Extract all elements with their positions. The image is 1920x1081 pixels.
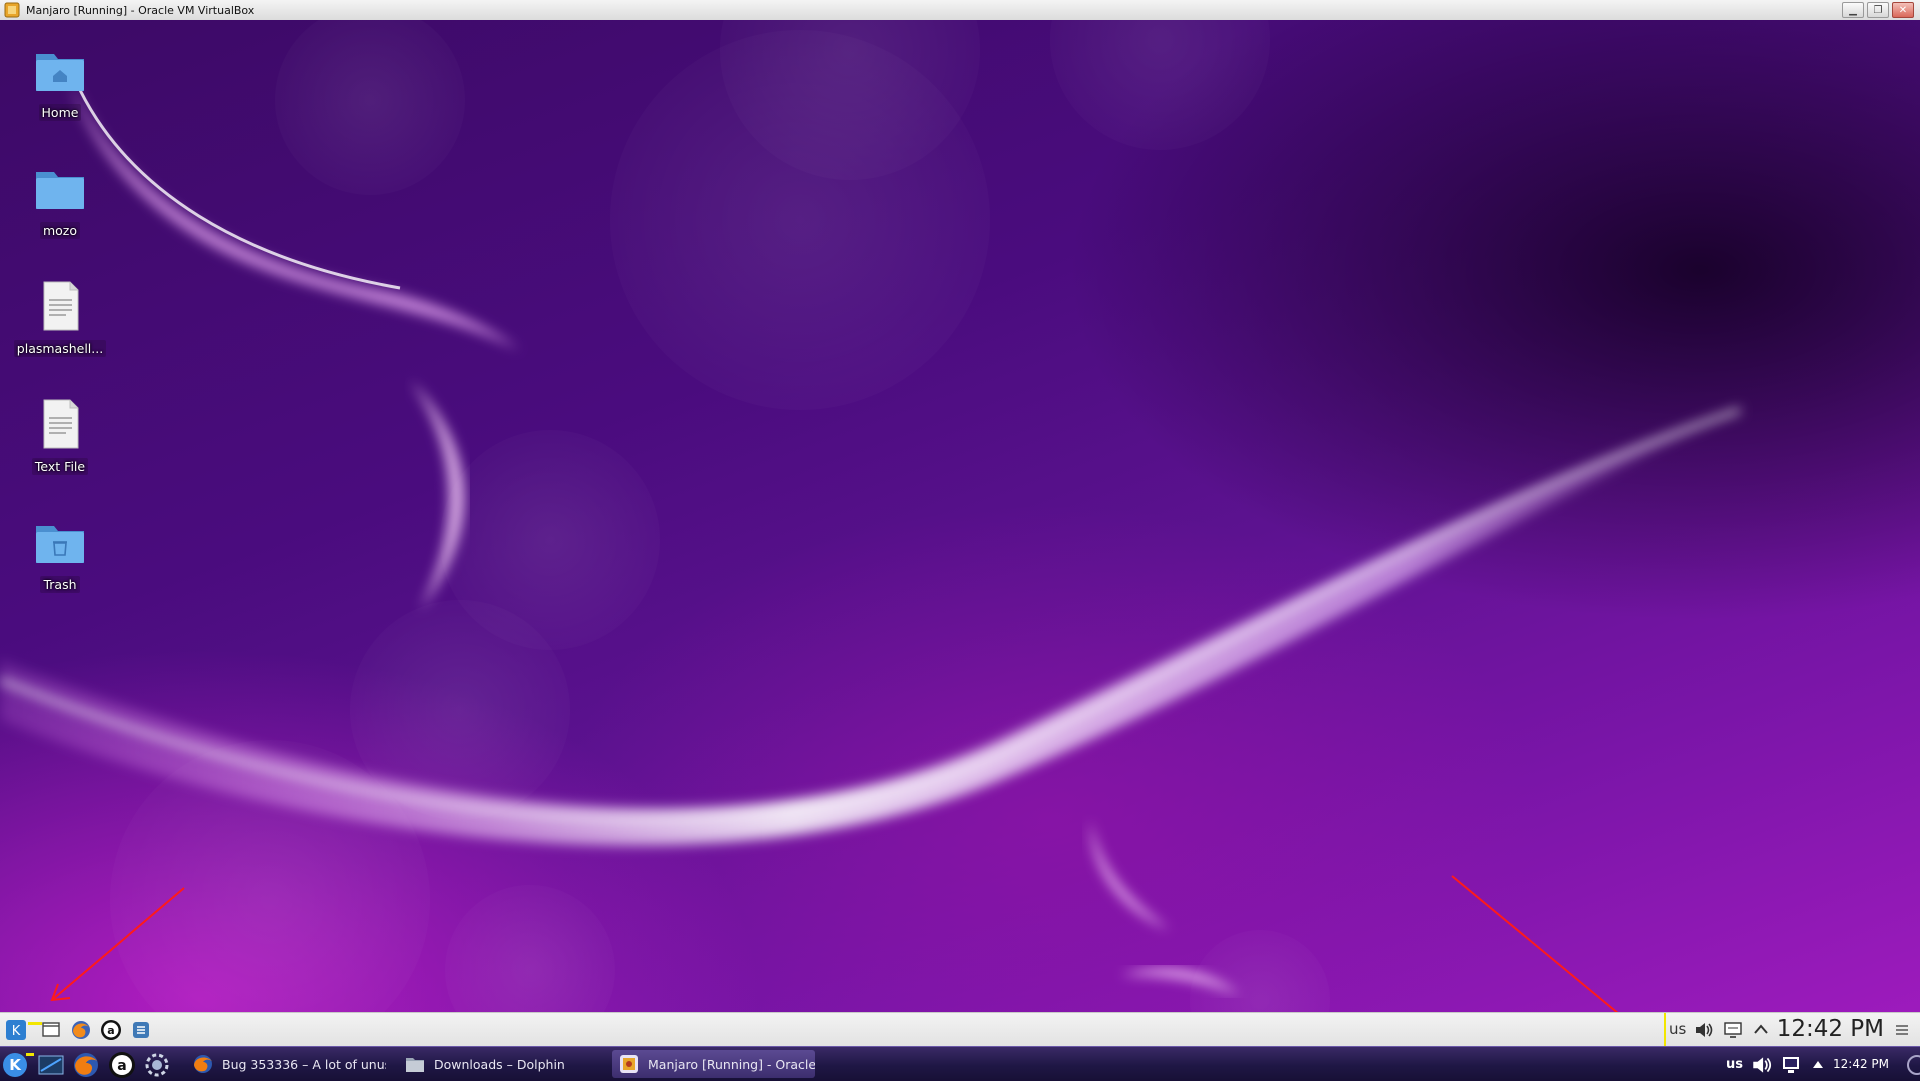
- svg-text:a: a: [107, 1024, 114, 1037]
- kde-menu-button[interactable]: K: [1, 1051, 29, 1079]
- settings-launcher[interactable]: [130, 1019, 152, 1041]
- amarok-launcher[interactable]: a: [100, 1019, 122, 1041]
- task-label: Downloads – Dolphin: [434, 1056, 565, 1072]
- terminal-launcher[interactable]: [37, 1051, 65, 1079]
- desktop-icon-label: plasmashell...: [13, 340, 107, 357]
- dashboard-toggle[interactable]: [1898, 1051, 1920, 1079]
- virtualbox-titlebar[interactable]: Manjaro [Running] - Oracle VM VirtualBox…: [0, 0, 1920, 21]
- minimize-button[interactable]: ▁: [1842, 2, 1864, 18]
- tray-expander[interactable]: [1804, 1051, 1832, 1079]
- volume-icon: [1696, 1023, 1713, 1037]
- task-dolphin-downloads[interactable]: Downloads – Dolphin: [398, 1050, 603, 1078]
- volume-control[interactable]: [1748, 1051, 1776, 1079]
- svg-text:K: K: [12, 1024, 21, 1039]
- text-file-icon: [43, 399, 79, 449]
- kde-menu-icon: K: [3, 1053, 27, 1077]
- settings-icon: [133, 1022, 149, 1038]
- desktop-icon-label: Text File: [31, 458, 89, 475]
- desktop-icon-mozo[interactable]: mozo: [10, 160, 110, 239]
- firefox-launcher[interactable]: [70, 1019, 92, 1041]
- keyboard-layout-indicator[interactable]: us: [1669, 1020, 1686, 1038]
- amarok-launcher[interactable]: a: [108, 1051, 136, 1079]
- firefox-launcher[interactable]: [72, 1051, 100, 1079]
- firefox-icon: [74, 1053, 98, 1077]
- keyboard-layout-indicator[interactable]: us: [1726, 1057, 1743, 1072]
- virtualbox-app-icon: [4, 2, 20, 18]
- volume-icon: [1753, 1057, 1772, 1073]
- firefox-icon: [72, 1021, 90, 1039]
- amarok-icon: a: [109, 1052, 135, 1078]
- show-desktop-icon: [42, 1022, 60, 1037]
- window-title: Manjaro [Running] - Oracle VM VirtualBox: [26, 3, 255, 17]
- cashew-icon: [1907, 1055, 1920, 1075]
- amarok-icon: a: [101, 1020, 121, 1040]
- network-icon: [1724, 1022, 1742, 1038]
- triangle-up-icon: [1813, 1061, 1823, 1068]
- chevron-up-icon: [1754, 1024, 1768, 1034]
- wallpaper: [0, 20, 1760, 1070]
- network-status[interactable]: [1722, 1019, 1744, 1041]
- terminal-icon: [38, 1055, 64, 1075]
- firefox-icon: [194, 1055, 212, 1073]
- upper-panel-clock[interactable]: 12:42 PM: [1777, 1016, 1884, 1042]
- text-file-icon: [43, 281, 79, 331]
- task-label: Bug 353336 – A lot of unused: [222, 1056, 386, 1072]
- tray-expander[interactable]: [1750, 1019, 1772, 1041]
- upper-panel: K a us 12:42 PM: [0, 1012, 1920, 1081]
- task-virtualbox-manjaro[interactable]: Manjaro [Running] - Oracle VM: [612, 1050, 815, 1078]
- system-settings-icon: [145, 1053, 169, 1077]
- kde-menu-launcher[interactable]: K: [5, 1019, 27, 1041]
- kde-menu-icon: K: [6, 1020, 26, 1040]
- desktop-icon-label: Home: [38, 104, 82, 121]
- trash-icon: [36, 526, 84, 563]
- home-folder-icon: [36, 54, 84, 91]
- desktop-icon-label: mozo: [39, 222, 81, 239]
- desktop-icon-plasmashell[interactable]: plasmashell...: [10, 278, 110, 357]
- hamburger-menu-icon: [1896, 1025, 1908, 1035]
- svg-text:a: a: [117, 1058, 126, 1074]
- volume-control[interactable]: [1693, 1019, 1715, 1041]
- close-button[interactable]: ✕: [1892, 2, 1914, 18]
- virtualbox-icon: [620, 1055, 638, 1073]
- system-settings-launcher[interactable]: [143, 1051, 171, 1079]
- folder-icon: [36, 172, 84, 209]
- dolphin-folder-icon: [406, 1058, 424, 1072]
- network-status[interactable]: [1777, 1051, 1805, 1079]
- show-desktop-launcher[interactable]: [40, 1019, 62, 1041]
- svg-text:K: K: [9, 1056, 22, 1074]
- desktop-icon-trash[interactable]: Trash: [10, 514, 110, 593]
- lower-panel-clock[interactable]: 12:42 PM: [1833, 1057, 1889, 1071]
- network-icon: [1783, 1057, 1799, 1073]
- desktop-icon-text-file[interactable]: Text File: [10, 396, 110, 475]
- window-controls: ▁ ❐ ✕: [1842, 2, 1914, 18]
- guest-desktop[interactable]: Home mozo plasmashell... Text File Trash: [0, 20, 1920, 1080]
- desktop-icon-label: Trash: [40, 576, 80, 593]
- desktop-icon-home[interactable]: Home: [10, 42, 110, 121]
- task-label: Manjaro [Running] - Oracle VM: [648, 1056, 815, 1072]
- lower-panel: K a Bug 353336 – A lot of unuse: [0, 1046, 1920, 1081]
- restore-button[interactable]: ❐: [1867, 2, 1889, 18]
- yellow-marker: [26, 1053, 34, 1056]
- task-firefox-bug[interactable]: Bug 353336 – A lot of unused: [186, 1050, 386, 1078]
- panel-menu-button[interactable]: [1891, 1019, 1913, 1041]
